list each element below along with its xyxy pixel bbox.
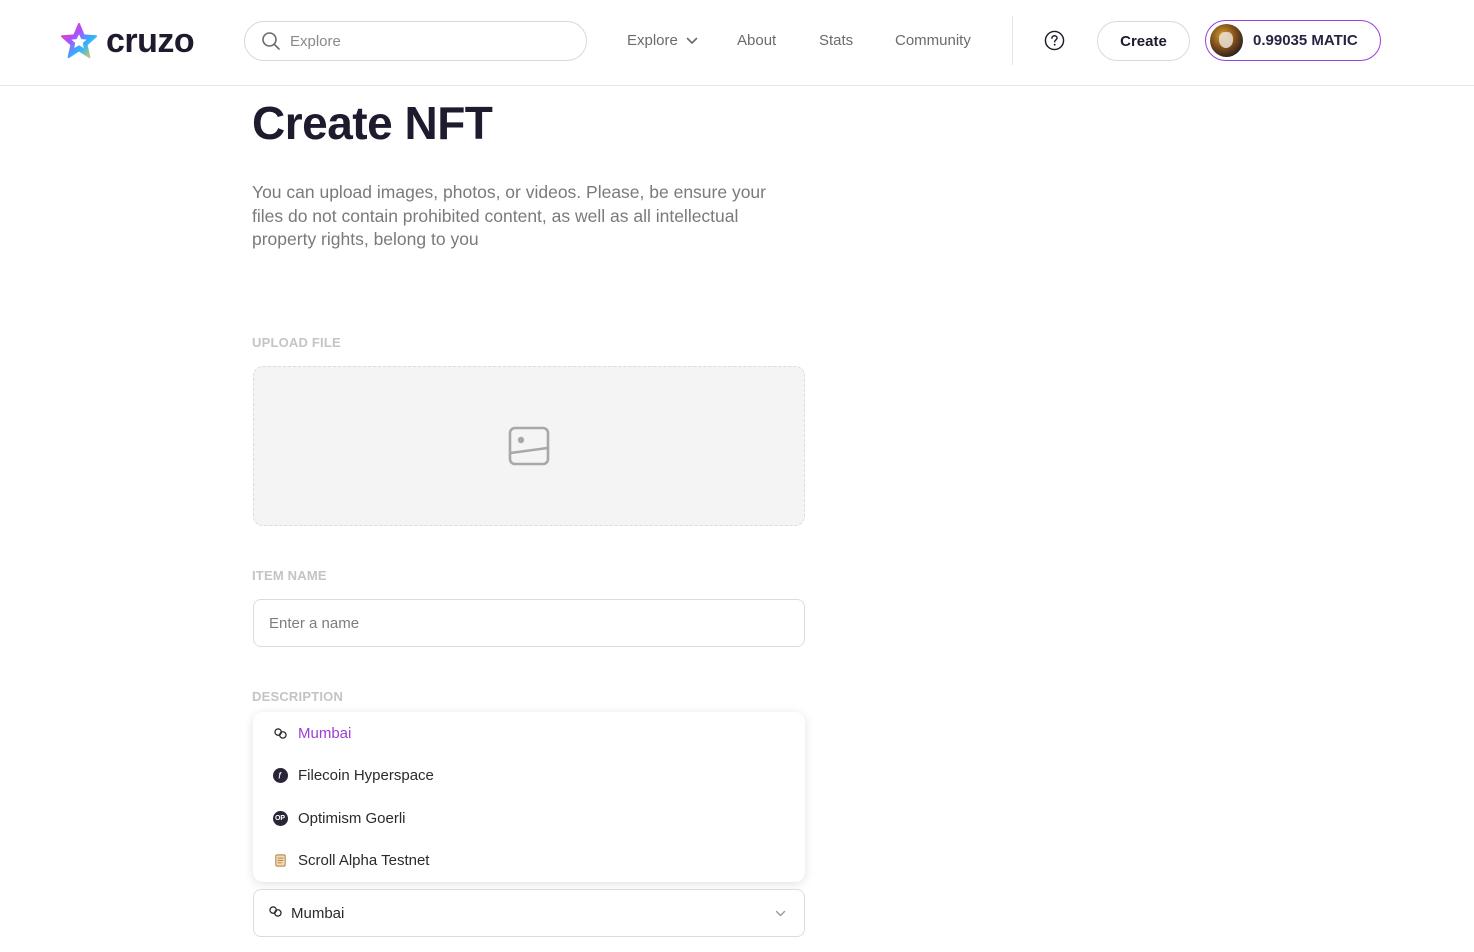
cruzo-logo[interactable]: cruzo xyxy=(60,22,195,60)
create-button[interactable]: Create xyxy=(1097,21,1190,61)
chain-link-icon xyxy=(272,725,288,741)
network-option-optimism-goerli[interactable]: OP Optimism Goerli xyxy=(253,797,805,839)
network-option-mumbai[interactable]: Mumbai xyxy=(253,712,805,754)
item-name-label: ITEM NAME xyxy=(252,568,327,583)
description-label: DESCRIPTION xyxy=(252,689,344,704)
network-option-scroll-alpha-testnet[interactable]: Scroll Alpha Testnet xyxy=(253,839,805,881)
chain-link-icon xyxy=(268,904,283,923)
top-header: cruzo Explore About Stats Community Crea… xyxy=(0,0,1474,86)
network-option-label: Mumbai xyxy=(298,724,352,742)
network-select[interactable]: Mumbai xyxy=(253,889,805,937)
page-title: Create NFT xyxy=(252,97,493,149)
network-dropdown-menu: Mumbai ƒ Filecoin Hyperspace OP Optimism… xyxy=(253,712,805,882)
wallet-balance: 0.99035 MATIC xyxy=(1253,32,1358,49)
nav-explore[interactable]: Explore xyxy=(627,31,698,51)
nav-explore-label: Explore xyxy=(627,32,678,49)
network-select-value: Mumbai xyxy=(291,904,345,922)
search-bar[interactable] xyxy=(244,21,587,61)
network-option-filecoin-hyperspace[interactable]: ƒ Filecoin Hyperspace xyxy=(253,754,805,796)
logo-wordmark: cruzo xyxy=(106,22,195,60)
scroll-icon xyxy=(272,852,288,868)
wallet-balance-button[interactable]: 0.99035 MATIC xyxy=(1205,20,1381,61)
help-icon[interactable] xyxy=(1044,30,1065,51)
nav-community[interactable]: Community xyxy=(895,31,971,51)
network-option-label: Filecoin Hyperspace xyxy=(298,766,434,784)
upload-file-label: UPLOAD FILE xyxy=(252,335,341,350)
chevron-down-icon xyxy=(775,910,786,917)
star-logo-icon xyxy=(60,22,98,59)
network-option-label: Scroll Alpha Testnet xyxy=(298,851,430,869)
page-description: You can upload images, photos, or videos… xyxy=(252,182,766,249)
chevron-down-icon xyxy=(686,37,698,44)
item-name-input[interactable] xyxy=(253,599,805,647)
optimism-icon: OP xyxy=(272,810,288,826)
search-input[interactable] xyxy=(290,32,550,50)
network-option-label: Optimism Goerli xyxy=(298,809,406,827)
nav-stats[interactable]: Stats xyxy=(819,31,853,51)
image-placeholder-icon xyxy=(508,426,550,466)
file-upload-dropzone[interactable] xyxy=(253,366,805,526)
search-icon xyxy=(262,32,280,50)
avatar xyxy=(1210,24,1243,57)
header-divider xyxy=(1012,16,1013,65)
nav-about[interactable]: About xyxy=(737,31,776,51)
filecoin-icon: ƒ xyxy=(272,767,288,783)
